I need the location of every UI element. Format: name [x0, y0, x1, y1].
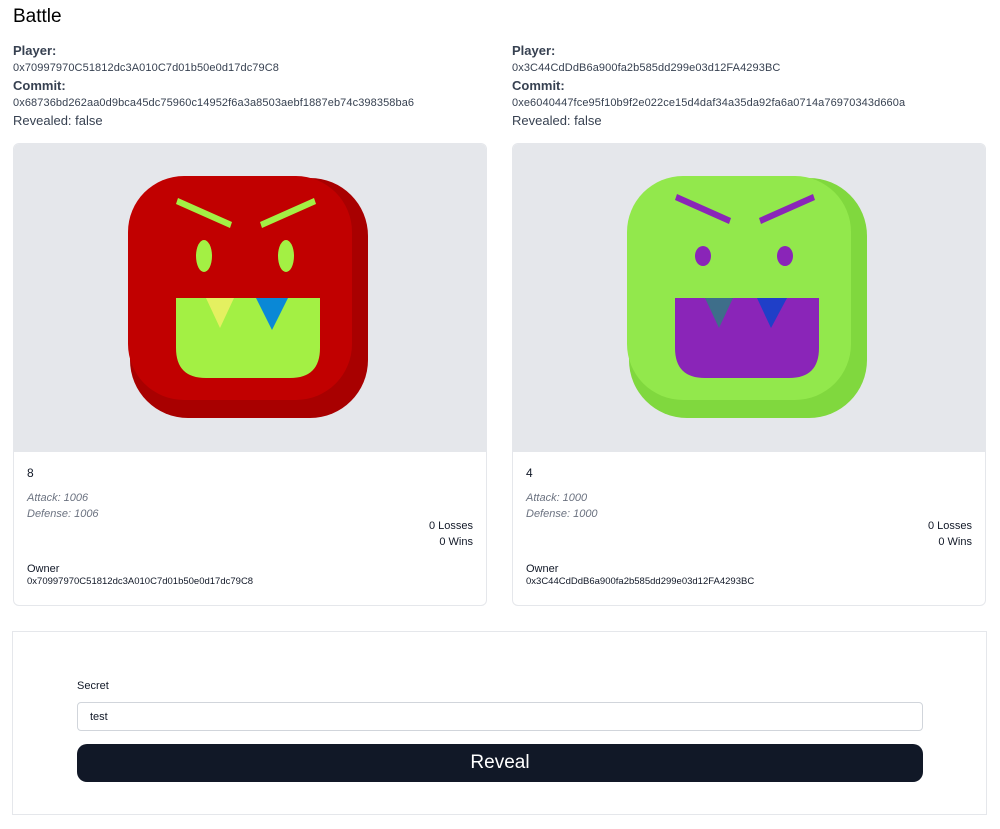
monster-id: 8 — [27, 466, 34, 480]
wins-count: 0 Wins — [938, 536, 972, 548]
commit-label: Commit: — [512, 78, 565, 93]
reveal-panel: Secret Reveal — [12, 631, 987, 815]
page-title: Battle — [13, 6, 62, 27]
player-column-1: Player: 0x70997970C51812dc3A010C7d01b50e… — [13, 42, 487, 606]
monster-mouth — [675, 298, 819, 378]
player-address: 0x70997970C51812dc3A010C7d01b50e0d17dc79… — [13, 62, 279, 74]
monster-eye-right — [777, 246, 793, 266]
owner-label: Owner — [27, 563, 60, 575]
monster-id: 4 — [526, 466, 533, 480]
commit-label: Commit: — [13, 78, 66, 93]
commit-hash: 0x68736bd262aa0d9bca45dc75960c14952f6a3a… — [13, 97, 415, 109]
monster-image-area — [14, 144, 486, 452]
monster-avatar-icon — [128, 176, 368, 418]
owner-address: 0x3C44CdDdB6a900fa2b585dd299e03d12FA4293… — [526, 576, 755, 587]
monster-mouth — [176, 298, 320, 378]
owner-address: 0x70997970C51812dc3A010C7d01b50e0d17dc79… — [27, 576, 254, 587]
owner-label: Owner — [526, 563, 559, 575]
secret-label: Secret — [77, 680, 109, 692]
player-info: Player: 0x3C44CdDdB6a900fa2b585dd299e03d… — [512, 42, 986, 129]
player-label: Player: — [512, 43, 556, 58]
monster-eye-left — [196, 240, 212, 272]
monster-eye-right — [278, 240, 294, 272]
card-body: 4 Attack: 1000 Defense: 1000 0 Losses 0 … — [513, 452, 985, 600]
monster-eye-left — [695, 246, 711, 266]
attack-stat: Attack: 1006 — [27, 492, 89, 504]
monster-avatar-icon — [627, 176, 867, 418]
attack-stat: Attack: 1000 — [526, 492, 588, 504]
player-info: Player: 0x70997970C51812dc3A010C7d01b50e… — [13, 42, 487, 129]
monster-card: 4 Attack: 1000 Defense: 1000 0 Losses 0 … — [512, 143, 986, 606]
wins-count: 0 Wins — [439, 536, 473, 548]
player-column-2: Player: 0x3C44CdDdB6a900fa2b585dd299e03d… — [512, 42, 986, 606]
player-label: Player: — [13, 43, 57, 58]
player-address: 0x3C44CdDdB6a900fa2b585dd299e03d12FA4293… — [512, 62, 781, 74]
card-body: 8 Attack: 1006 Defense: 1006 0 Losses 0 … — [14, 452, 486, 600]
commit-hash: 0xe6040447fce95f10b9f2e022ce15d4daf34a35… — [512, 97, 906, 109]
reveal-button[interactable]: Reveal — [77, 744, 923, 782]
monster-card: 8 Attack: 1006 Defense: 1006 0 Losses 0 … — [13, 143, 487, 606]
monster-image-area — [513, 144, 985, 452]
revealed-status: Revealed: false — [13, 113, 103, 128]
secret-input[interactable] — [77, 702, 923, 731]
revealed-status: Revealed: false — [512, 113, 602, 128]
